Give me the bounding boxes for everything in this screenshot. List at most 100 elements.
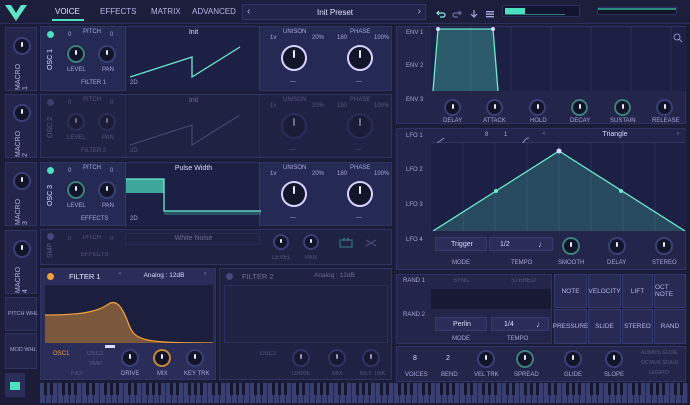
lfo1-tab[interactable]: LFO 1 <box>406 133 423 139</box>
rand-sync-button[interactable]: SYNC <box>453 278 470 284</box>
voices-value[interactable]: 8 <box>413 355 417 362</box>
osc2-wave-display[interactable]: Init 2D <box>125 95 260 159</box>
lfo-freq-value[interactable]: 8 <box>485 132 488 138</box>
filter1-type-selector[interactable]: ‹ Analog : 12dB › <box>119 271 211 281</box>
osc2-phase-random[interactable]: 100% <box>374 103 389 109</box>
osc2-unison-voices[interactable]: 1v <box>270 103 276 109</box>
glide-knob[interactable] <box>564 350 582 368</box>
lfo-shape-next[interactable]: › <box>677 131 679 137</box>
rand1-tab[interactable]: RAND 1 <box>403 278 425 284</box>
env-release-knob[interactable] <box>656 99 673 116</box>
filter1-slider-handle[interactable] <box>105 345 115 348</box>
filter1-src-fx[interactable]: FX3 <box>71 371 82 377</box>
logo-icon[interactable] <box>2 2 30 24</box>
osc3-wave-display[interactable]: Pulse Width 2D <box>125 163 261 227</box>
macro-4-panel[interactable]: MACRO 4 <box>5 230 37 294</box>
octave-scale-toggle[interactable]: OCTAVE SCALE <box>641 360 679 366</box>
osc1-route[interactable]: FILTER 1 <box>81 80 106 86</box>
tab-matrix[interactable]: MATRIX <box>151 7 181 16</box>
rand-stereo-button[interactable]: STEREO <box>511 278 536 284</box>
osc2-power-toggle[interactable] <box>47 99 54 106</box>
smp-pitch-semi[interactable]: 0 <box>110 236 113 242</box>
rand-tempo-selector[interactable]: 1/4 ♩ <box>491 317 549 331</box>
smp-shuffle-icon[interactable] <box>365 236 377 248</box>
osc3-pan-knob[interactable] <box>98 181 116 199</box>
filter1-power-toggle[interactable] <box>47 273 54 280</box>
macro-4-knob[interactable] <box>13 240 31 258</box>
filter1-src-smp[interactable]: SMP <box>89 361 102 367</box>
macro-2-panel[interactable]: MACRO 2 <box>5 94 37 158</box>
filter2-power-toggle[interactable] <box>226 273 233 280</box>
osc2-pitch-octave[interactable]: 0 <box>68 100 71 106</box>
env-attack-knob[interactable] <box>486 99 503 116</box>
tab-voice[interactable]: VOICE <box>52 7 84 21</box>
filter1-mix-knob[interactable] <box>153 349 171 367</box>
osc3-level-knob[interactable] <box>67 181 85 199</box>
pitch-wheel-panel[interactable]: PITCH WHL <box>5 297 38 331</box>
lfo-sync-icon[interactable] <box>435 132 445 145</box>
macro-2-knob[interactable] <box>13 104 31 122</box>
macro-3-knob[interactable] <box>13 172 31 190</box>
undo-icon[interactable] <box>436 6 446 18</box>
smp-level-knob[interactable] <box>273 234 289 250</box>
env-decay-knob[interactable] <box>571 99 588 116</box>
keyboard-black-keys[interactable] <box>40 383 688 395</box>
macro-1-knob[interactable] <box>13 37 31 55</box>
filter1-response-display[interactable] <box>45 285 213 343</box>
rand-mode-selector[interactable]: Perlin <box>435 317 487 331</box>
mod-lift-button[interactable]: LIFT <box>622 274 653 308</box>
lfo-shape-name[interactable]: Triangle <box>551 131 679 138</box>
osc3-pitch-semi[interactable]: 0 <box>110 168 113 174</box>
osc2-unison-detune[interactable]: 20% <box>312 103 324 109</box>
filter1-type-prev[interactable]: ‹ <box>119 271 121 277</box>
lfo-smooth-icon[interactable] <box>520 132 530 145</box>
osc1-pitch-octave[interactable]: 0 <box>68 32 71 38</box>
menu-icon[interactable] <box>485 6 495 18</box>
preset-next-button[interactable]: › <box>418 6 421 17</box>
env-sustain-knob[interactable] <box>614 99 631 116</box>
tab-advanced[interactable]: ADVANCED <box>192 7 236 16</box>
vel-trk-knob[interactable] <box>477 350 495 368</box>
lfo-shape-prev[interactable]: ‹ <box>543 131 545 137</box>
mod-rand-button[interactable]: RAND <box>654 309 686 344</box>
env1-tab[interactable]: ENV 1 <box>406 30 423 36</box>
filter2-mix-knob[interactable] <box>328 349 346 367</box>
lfo4-tab[interactable]: LFO 4 <box>406 237 423 243</box>
mod-wheel-panel[interactable]: MOD WHL <box>5 333 37 369</box>
env-graph[interactable] <box>431 27 686 91</box>
osc3-unison-knob[interactable] <box>281 181 307 207</box>
volume-meter[interactable] <box>597 7 677 15</box>
filter1-keytrk-knob[interactable] <box>186 349 204 367</box>
filter2-type-name[interactable]: Analog : 12dB <box>314 272 355 279</box>
macro-1-panel[interactable]: MACRO 1 <box>5 27 37 91</box>
legato-toggle[interactable]: LEGATO <box>649 370 669 376</box>
mod-pressure-button[interactable]: PRESSURE <box>553 309 588 344</box>
filter2-drive-knob[interactable] <box>292 349 310 367</box>
osc2-route[interactable]: FILTER 2 <box>81 148 106 154</box>
smp-pitch-octave[interactable]: 0 <box>68 236 71 242</box>
filter1-drive-knob[interactable] <box>121 349 139 367</box>
keyboard[interactable] <box>40 383 688 403</box>
mod-stereo-button[interactable]: STEREO <box>622 309 653 344</box>
osc1-unison-voices[interactable]: 1v <box>270 35 276 41</box>
osc1-phase-knob[interactable] <box>347 45 373 71</box>
lfo-mode-selector[interactable]: Trigger <box>435 237 487 251</box>
redo-icon[interactable] <box>452 6 462 18</box>
osc3-unison-detune[interactable]: 20% <box>312 171 324 177</box>
smp-pan-knob[interactable] <box>303 234 319 250</box>
filter1-src-osc1[interactable]: OSC1 <box>53 351 69 357</box>
osc1-unison-knob[interactable] <box>281 45 307 71</box>
osc2-level-knob[interactable] <box>67 113 85 131</box>
osc2-pan-knob[interactable] <box>98 113 116 131</box>
osc2-phase-value[interactable]: 180 <box>337 103 347 109</box>
lfo-delay-knob[interactable] <box>608 237 626 255</box>
env-hold-knob[interactable] <box>529 99 546 116</box>
save-icon[interactable] <box>469 6 479 18</box>
filter2-keytrk-knob[interactable] <box>362 349 380 367</box>
osc3-route[interactable]: EFFECTS <box>81 216 108 222</box>
mod-velocity-button[interactable]: VELOCITY <box>588 274 621 308</box>
env-delay-knob[interactable] <box>444 99 461 116</box>
lfo-stereo-knob[interactable] <box>655 237 673 255</box>
rand2-tab[interactable]: RAND 2 <box>403 312 425 318</box>
osc3-pitch-octave[interactable]: 0 <box>68 168 71 174</box>
